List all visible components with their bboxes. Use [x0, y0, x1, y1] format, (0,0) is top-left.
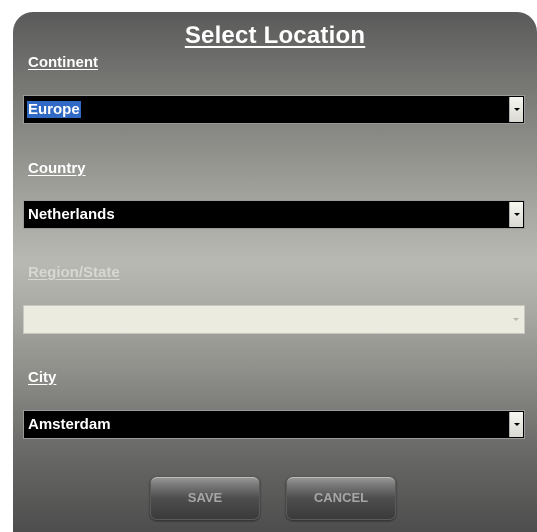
region-dropdown-button[interactable]: [509, 307, 523, 332]
continent-label: Continent: [28, 54, 98, 71]
city-label: City: [28, 369, 57, 386]
dialog-title: Select Location: [184, 22, 366, 49]
save-button[interactable]: SAVE: [150, 476, 260, 520]
country-selected-value: Netherlands: [28, 206, 115, 223]
region-label: Region/State: [28, 264, 120, 281]
city-select[interactable]: Amsterdam: [23, 410, 525, 439]
city-dropdown-button[interactable]: [509, 412, 523, 437]
continent-select[interactable]: Europe: [23, 95, 525, 124]
continent-dropdown-button[interactable]: [509, 97, 523, 122]
cancel-button[interactable]: CANCEL: [286, 476, 396, 520]
chevron-down-icon: [513, 318, 519, 321]
chevron-down-icon: [514, 423, 520, 426]
continent-selected-value: Europe: [27, 101, 81, 118]
city-selected-value: Amsterdam: [28, 416, 111, 433]
chevron-down-icon: [514, 108, 520, 111]
country-label: Country: [28, 160, 86, 177]
region-select[interactable]: [23, 305, 525, 334]
country-dropdown-button[interactable]: [509, 202, 523, 227]
select-location-dialog: Select Location Continent Europe Country…: [13, 12, 537, 532]
chevron-down-icon: [514, 213, 520, 216]
country-select[interactable]: Netherlands: [23, 200, 525, 229]
